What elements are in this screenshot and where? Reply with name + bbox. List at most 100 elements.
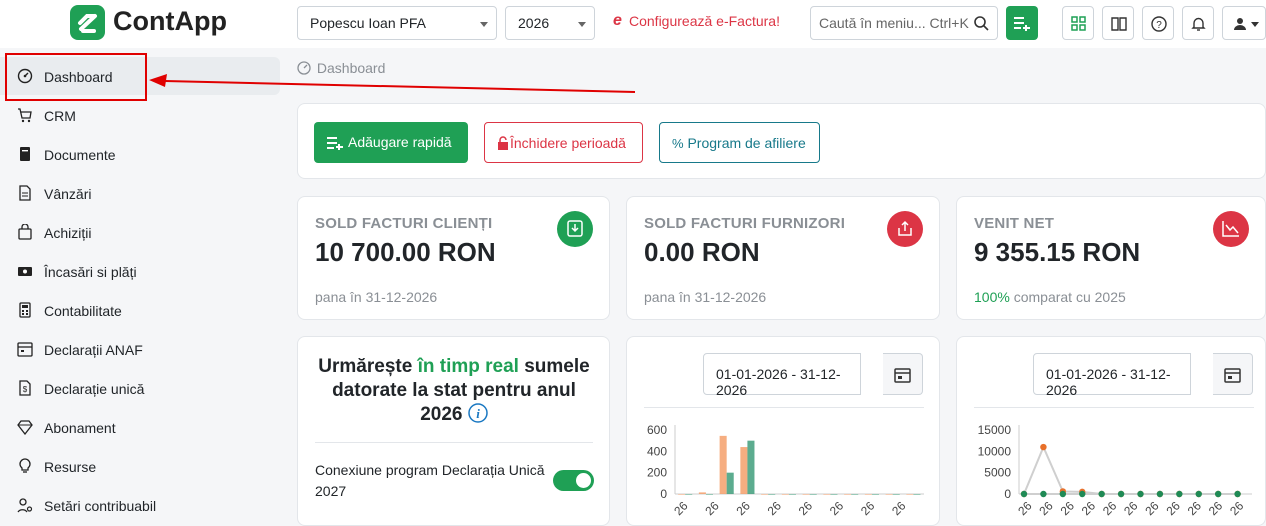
stat-card-net-income: VENIT NET 9 355.15 RON 100% comparat cu … <box>956 196 1266 320</box>
sidebar-item-încasări-si-plăți[interactable]: Încasări si plăți <box>0 252 280 290</box>
x-tick-label: 26 <box>1100 499 1120 519</box>
sidebar-item-vânzări[interactable]: Vânzări <box>0 174 280 212</box>
notifications-button[interactable] <box>1182 6 1214 40</box>
date-picker-button[interactable] <box>883 353 923 395</box>
sidebar-item-setări-contribuabil[interactable]: Setări contribuabil <box>0 486 280 524</box>
stat-compare: comparat cu 2025 <box>1013 289 1126 305</box>
document-icon <box>20 147 30 161</box>
chart-bar <box>781 494 789 495</box>
x-tick-label: 26 <box>765 499 785 519</box>
sidebar-item-label: Documente <box>44 147 116 163</box>
x-tick-label: 26 <box>1185 499 1205 519</box>
help-button[interactable]: ? <box>1142 6 1174 40</box>
bar-chart: 600 400 200 0 26 26 26 26 26 26 26 26 <box>647 423 924 519</box>
sidebar-item-resurse[interactable]: Resurse <box>0 447 280 485</box>
search-placeholder: Caută în meniu... Ctrl+K <box>819 15 969 31</box>
x-tick-label: 26 <box>1142 499 1162 519</box>
y-tick-label: 5000 <box>984 466 1011 480</box>
date-range-input[interactable]: 01-01-2026 - 31-12-2026 <box>703 353 861 398</box>
sidebar: Dashboard CRM Documente Vânzări Achiziții Înc… <box>0 48 282 517</box>
chart-bar <box>864 494 872 495</box>
stat-value: 9 355.15 RON <box>974 237 1141 267</box>
quick-add-button[interactable]: Adăugare rapidă <box>314 122 468 163</box>
chevron-down-icon <box>480 22 488 27</box>
bag-icon <box>18 224 32 240</box>
close-period-button[interactable]: Închidere perioadă <box>484 122 643 163</box>
chart-bar <box>823 494 831 495</box>
breadcrumb: Dashboard <box>297 60 385 76</box>
chart-bar <box>830 494 838 495</box>
stat-subtitle: pana în 31-12-2026 <box>315 289 438 305</box>
x-tick-label: 26 <box>1058 499 1078 519</box>
list-plus-icon <box>1014 17 1030 31</box>
chart-down-icon <box>1213 211 1249 247</box>
x-tick-label: 26 <box>1036 499 1056 519</box>
menu-search-input[interactable]: Caută în meniu... Ctrl+K <box>810 6 998 40</box>
chart-bar <box>913 494 921 495</box>
chart-bar <box>747 440 755 494</box>
sidebar-item-label: Contabilitate <box>44 303 122 319</box>
x-tick-label: 26 <box>858 499 878 519</box>
docs-button[interactable] <box>1102 6 1134 40</box>
book-icon <box>1111 17 1127 31</box>
date-range-value: 01-01-2026 - 31-12-2026 <box>1046 366 1171 398</box>
user-settings-icon <box>17 498 33 513</box>
info-icon[interactable]: i <box>468 403 488 423</box>
breadcrumb-current[interactable]: Dashboard <box>317 60 386 76</box>
data-point <box>1040 443 1047 451</box>
search-icon <box>974 16 989 31</box>
sidebar-item-contabilitate[interactable]: Contabilitate <box>0 291 280 329</box>
apps-grid-button[interactable] <box>1062 6 1094 40</box>
du-connection-toggle[interactable] <box>553 470 594 491</box>
efactura-link[interactable]: Configurează e-Factura! <box>629 13 780 29</box>
sidebar-item-abonament[interactable]: Abonament <box>0 408 280 446</box>
cart-icon <box>18 108 32 123</box>
date-range-input[interactable]: 01-01-2026 - 31-12-2026 <box>1033 353 1191 398</box>
sidebar-item-documente[interactable]: Documente <box>0 135 280 173</box>
user-menu-button[interactable] <box>1222 6 1266 40</box>
sidebar-item-label: Vânzări <box>44 186 92 202</box>
stat-card-suppliers: SOLD FACTURI FURNIZORI 0.00 RON pana în … <box>626 196 940 320</box>
x-tick-label: 26 <box>1206 499 1226 519</box>
year-select[interactable]: 2026 <box>505 6 595 40</box>
date-picker-button[interactable] <box>1213 353 1253 395</box>
company-select[interactable]: Popescu Ioan PFA <box>297 6 497 40</box>
data-point <box>1234 490 1241 498</box>
y-tick-label: 15000 <box>978 423 1012 437</box>
app-name[interactable]: ContApp <box>113 6 227 37</box>
svg-text:$: $ <box>23 385 28 394</box>
chart-bar <box>698 492 706 494</box>
title-part: Urmărește <box>318 356 418 377</box>
data-point <box>1137 490 1144 498</box>
divider <box>644 407 924 408</box>
chart-card-line: 01-01-2026 - 31-12-2026 15000 10000 5000 0 2… <box>956 336 1266 526</box>
svg-text:?: ? <box>1156 20 1162 31</box>
chart-bar <box>740 447 748 494</box>
chart-bar <box>705 494 713 495</box>
contapp-logo-icon[interactable] <box>70 5 105 40</box>
annotation-arrow <box>149 74 636 93</box>
affiliate-label: Program de afiliere <box>687 135 806 151</box>
efactura-icon: e <box>613 12 622 29</box>
x-tick-label: 26 <box>827 499 847 519</box>
sidebar-item-crm[interactable]: CRM <box>0 96 280 134</box>
diamond-icon <box>17 420 33 435</box>
affiliate-button[interactable]: % Program de afiliere <box>659 122 820 163</box>
title-highlight: în timp real <box>417 356 519 377</box>
quick-add-header-button[interactable] <box>1006 6 1038 40</box>
divider <box>974 407 1254 408</box>
sidebar-item-declarație-unică[interactable]: $ Declarație unică <box>0 369 280 407</box>
toggle-knob <box>576 473 591 488</box>
bulb-icon <box>19 458 31 473</box>
download-icon <box>557 211 593 247</box>
file-dollar-icon: $ <box>19 380 31 396</box>
sidebar-item-label: Achiziții <box>44 225 92 241</box>
sidebar-item-achiziții[interactable]: Achiziții <box>0 213 280 251</box>
top-header: ContApp Popescu Ioan PFA 2026 e Configur… <box>0 0 1266 48</box>
calculator-icon <box>19 302 31 318</box>
chart-bar <box>761 494 769 495</box>
quick-add-label: Adăugare rapidă <box>348 134 452 150</box>
stat-subtitle: pana în 31-12-2026 <box>644 289 767 305</box>
line-chart: 15000100005000026 26 26 26 26 26 26 26 26 26 26 <box>978 423 1252 519</box>
sidebar-item-declarații-anaf[interactable]: Declarații ANAF <box>0 330 280 368</box>
